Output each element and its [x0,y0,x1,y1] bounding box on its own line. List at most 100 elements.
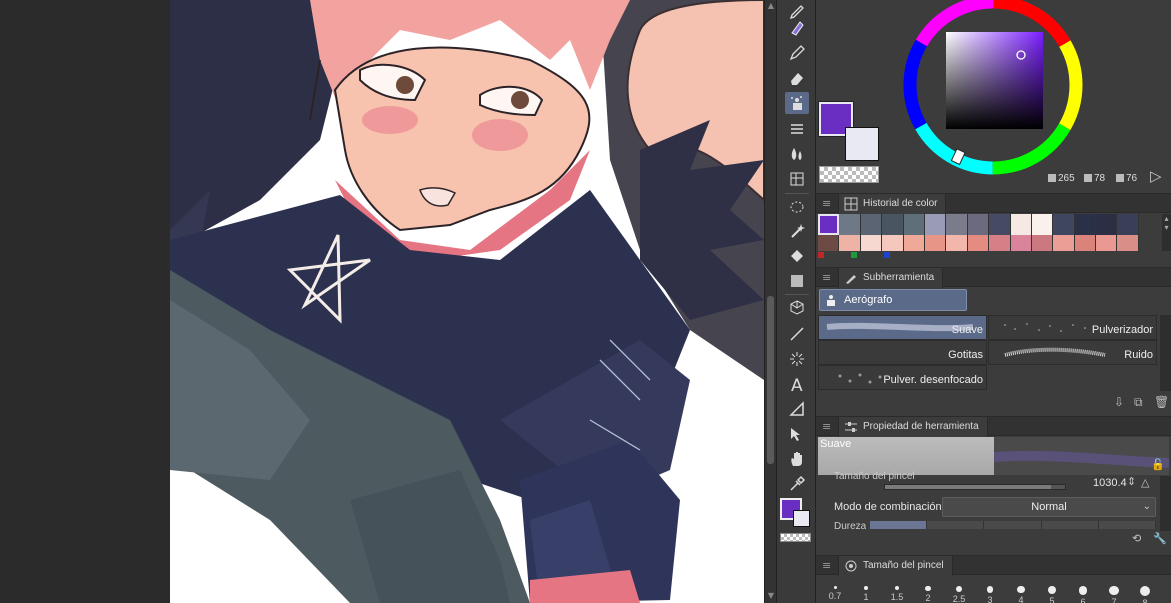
history-swatch[interactable] [860,214,883,235]
size-pressure-icon[interactable]: △ [1141,476,1149,489]
history-swatch[interactable] [1117,214,1139,235]
decoration-tool-icon[interactable] [785,118,809,140]
transparent-color-swatch[interactable] [819,166,879,183]
pencil-tool-icon[interactable] [785,42,809,64]
canvas-area[interactable] [0,0,764,603]
history-swatch[interactable] [989,235,1011,251]
brush-size-preset[interactable]: 8 [1130,580,1160,603]
history-swatch[interactable] [882,235,904,251]
brush-size-preset[interactable]: 4 [1006,580,1036,603]
history-swatch[interactable] [1010,214,1032,235]
brush-list-scrollbar[interactable] [1160,315,1171,391]
hardness-slider[interactable] [870,521,1157,529]
brush-size-preset[interactable]: 0.7 [820,580,850,601]
history-swatch[interactable] [924,214,947,235]
brush-ruido[interactable]: Ruido [988,340,1157,365]
history-swatch[interactable] [946,235,968,251]
panel-menu-icon[interactable]: ≡ [822,559,831,572]
wrench-icon[interactable]: 🔧 [1153,532,1167,545]
panel-menu-icon[interactable]: ≡ [822,271,831,284]
toolbar-transparent-swatch[interactable] [780,533,811,542]
drawing-canvas[interactable] [170,0,764,603]
history-swatch[interactable] [860,235,883,251]
line-tool-icon[interactable] [785,323,809,345]
history-swatch[interactable] [1096,214,1118,235]
history-swatch[interactable] [1031,235,1054,251]
history-swatch[interactable] [839,214,861,235]
history-swatch[interactable] [1096,235,1118,251]
sub-color-swatch[interactable] [845,127,879,161]
text-tool-icon[interactable]: A [785,373,809,395]
copy-subtool-icon[interactable]: ⧉ [1134,395,1143,410]
history-swatch[interactable] [924,235,947,251]
brush-suave[interactable]: Suave [818,315,987,340]
eyedropper-tool-icon[interactable] [785,473,809,495]
3d-object-tool-icon[interactable] [785,297,809,319]
brush-size-preset[interactable]: 2 [913,580,943,603]
reset-icon[interactable]: ⟲ [1132,532,1141,545]
history-swatch[interactable] [839,235,861,251]
eraser-tool-icon[interactable] [785,17,809,39]
scrollbar-thumb[interactable] [767,296,774,464]
history-swatch[interactable] [967,214,990,235]
brush-gotitas[interactable]: Gotitas [818,340,987,365]
history-swatch[interactable] [989,214,1011,235]
fill-tool-icon[interactable] [785,245,809,267]
color-history-grid[interactable] [818,214,1161,251]
balloon-tool-icon[interactable] [785,398,809,420]
history-swatch[interactable] [1117,235,1139,251]
color-wheel[interactable] [902,0,1084,182]
tab-tool-property[interactable]: Propiedad de herramienta [838,417,988,437]
toolbar-sub-color-swatch[interactable] [793,510,810,527]
history-swatch[interactable] [818,214,840,235]
hand-tool-icon[interactable] [785,448,809,470]
history-swatch[interactable] [882,214,904,235]
soft-eraser-tool-icon[interactable] [785,67,809,89]
brush-size-preset[interactable]: 2.5 [944,580,974,603]
import-subtool-icon[interactable]: ⇩ [1114,395,1124,409]
delete-subtool-icon[interactable]: 🗑 [1154,395,1169,409]
scroll-up-icon[interactable]: ▲ [766,1,776,11]
tab-subtool[interactable]: Subherramienta [838,268,944,288]
history-swatch[interactable] [1053,235,1075,251]
history-swatch[interactable] [946,214,968,235]
canvas-vertical-scrollbar[interactable]: ▲ ▼ [764,0,776,603]
brush-size-preset[interactable]: 5 [1037,580,1067,603]
history-swatch[interactable] [903,235,925,251]
history-swatch[interactable] [1031,214,1054,235]
property-scrollbar[interactable] [1160,476,1171,531]
size-stepper-icon[interactable]: ⇕ [1127,475,1136,488]
brush-size-preset[interactable]: 1.5 [882,580,912,602]
tab-color-history[interactable]: Historial de color [838,194,947,214]
history-swatch[interactable] [818,235,840,251]
lock-icon[interactable]: 🔓 [1151,458,1165,471]
speed-lines-tool-icon[interactable] [785,348,809,370]
blend-tool-icon[interactable] [785,143,809,165]
gradient-tool-icon[interactable] [785,270,809,292]
brush-size-preset[interactable]: 7 [1099,580,1129,603]
brush-size-preset[interactable]: 1 [851,580,881,602]
brush-size-preset[interactable]: 3 [975,580,1005,603]
brush-size-value[interactable]: 1030.4 [1093,477,1127,489]
history-swatch[interactable] [1010,235,1032,251]
history-swatch[interactable] [1074,235,1097,251]
history-swatch[interactable] [1074,214,1097,235]
airbrush-tool-icon[interactable] [785,92,809,114]
brush-pulverizador[interactable]: Pulverizador [988,315,1157,340]
brush-pulver-desenfocado[interactable]: Pulver. desenfocado [818,365,987,390]
subtool-group-airbrush[interactable]: Aerógrafo [819,289,967,311]
blend-mode-select[interactable]: Normal ⌄ [942,497,1156,517]
frame-border-tool-icon[interactable] [785,168,809,190]
history-swatch[interactable] [903,214,925,235]
brush-size-preset[interactable]: 6 [1068,580,1098,603]
history-scrollbar[interactable]: ▴ ▾ [1162,214,1171,251]
brush-size-slider[interactable] [884,484,1066,490]
history-swatch[interactable] [1053,214,1075,235]
panel-menu-icon[interactable]: ≡ [822,197,831,210]
operation-tool-icon[interactable] [785,423,809,445]
scroll-down-icon[interactable]: ▼ [766,591,776,601]
selection-tool-icon[interactable] [785,196,809,218]
history-swatch[interactable] [967,235,990,251]
magic-wand-tool-icon[interactable] [785,220,809,242]
tab-brush-size[interactable]: Tamaño del pincel [838,556,953,576]
